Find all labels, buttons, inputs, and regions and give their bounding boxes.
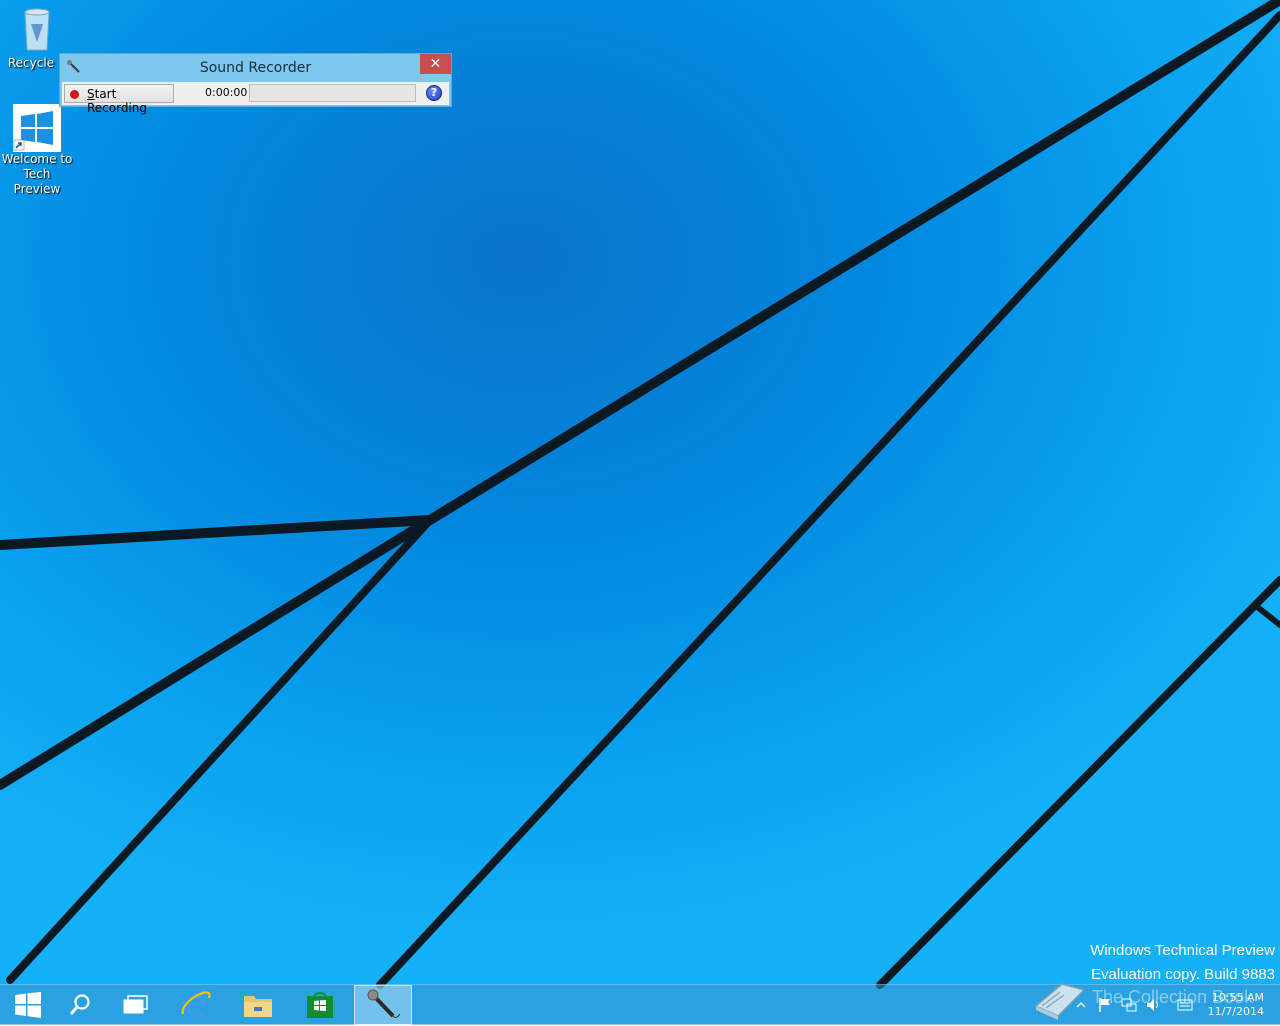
welcome-tech-preview-desktop-icon[interactable]: Welcome to Tech Preview [0, 104, 74, 197]
search-button[interactable] [52, 985, 108, 1025]
folder-icon [244, 996, 272, 1017]
internet-explorer-button[interactable] [168, 985, 224, 1025]
wallpaper-lines [0, 0, 1280, 989]
help-button[interactable]: ? [426, 85, 442, 101]
collection-book-watermark: The Collection Book [1092, 987, 1254, 1007]
task-view-button[interactable] [108, 985, 164, 1025]
recording-level-bar [249, 84, 416, 102]
start-recording-button[interactable]: Start Recording [64, 84, 174, 115]
recorder-client-area: Start Recording 0:00:00 ? [62, 82, 449, 115]
collection-book-logo-icon [1030, 976, 1090, 1022]
internet-explorer-icon [181, 991, 211, 1017]
watermark-line-1: Windows Technical Preview [1090, 942, 1275, 959]
search-icon [69, 994, 90, 1015]
sound-recorder-window: Sound Recorder ✕ Start Recording 0:00:00… [59, 53, 452, 115]
sound-recorder-button[interactable] [354, 985, 412, 1025]
microphone-icon [367, 989, 401, 1018]
recycle-bin-icon [0, 4, 74, 56]
close-button[interactable]: ✕ [420, 54, 451, 74]
start-recording-label: Start Recording [87, 87, 148, 115]
store-button[interactable] [292, 985, 348, 1025]
title-bar[interactable]: Sound Recorder ✕ [60, 54, 451, 81]
window-title: Sound Recorder [199, 60, 312, 76]
start-button[interactable] [0, 985, 56, 1025]
windows-logo-icon [13, 104, 61, 152]
desktop: Recycle B Welcome to Tech Preview Sound … [0, 0, 1280, 1024]
welcome-label: Welcome to Tech Preview [1, 152, 73, 196]
store-icon [307, 992, 333, 1018]
windows-start-icon [15, 992, 41, 1018]
evaluation-watermark: Windows Technical Preview Evaluation cop… [1090, 939, 1275, 987]
elapsed-time: 0:00:00 [205, 86, 248, 99]
task-view-icon [123, 995, 148, 1014]
record-dot-icon [70, 90, 79, 99]
file-explorer-button[interactable] [230, 985, 286, 1025]
